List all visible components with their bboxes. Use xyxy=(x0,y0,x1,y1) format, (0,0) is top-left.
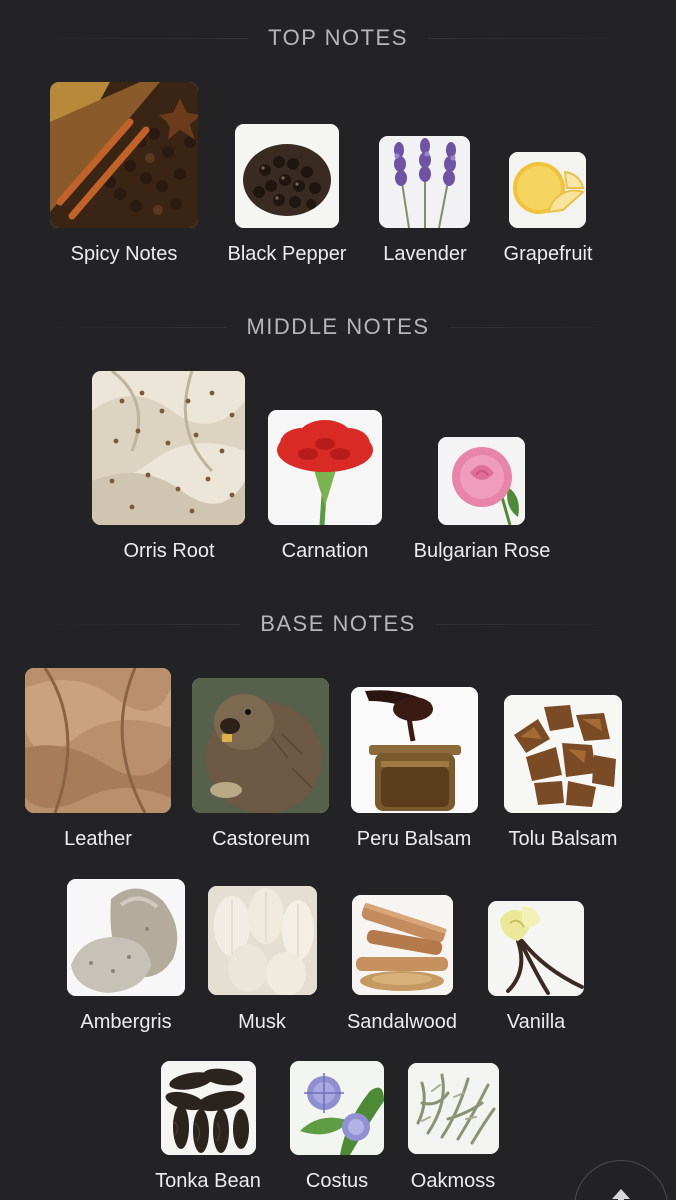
scroll-to-top-button[interactable] xyxy=(574,1160,668,1200)
note-label: Ambergris xyxy=(80,1011,172,1033)
note-black-pepper[interactable] xyxy=(235,124,339,228)
carnation-photo xyxy=(268,410,382,525)
note-label: Costus xyxy=(305,1170,369,1192)
note-label: Spicy Notes xyxy=(70,243,178,265)
note-tolu-balsam[interactable] xyxy=(504,695,622,813)
note-label: Grapefruit xyxy=(503,243,593,265)
note-grapefruit[interactable] xyxy=(509,152,586,228)
note-orris-root[interactable] xyxy=(92,371,245,525)
note-vanilla[interactable] xyxy=(488,901,584,996)
note-label: Sandalwood xyxy=(346,1011,458,1033)
leather-photo xyxy=(25,668,171,813)
note-tonka-bean[interactable] xyxy=(161,1061,256,1155)
note-castoreum[interactable] xyxy=(192,678,329,813)
tolu-balsam-photo xyxy=(504,695,622,813)
note-label: Musk xyxy=(238,1011,286,1033)
note-label: Tolu Balsam xyxy=(508,828,618,850)
tonka-bean-photo xyxy=(161,1061,256,1155)
note-label: Leather xyxy=(64,828,132,850)
note-peru-balsam[interactable] xyxy=(351,687,478,813)
bulgarian-rose-photo xyxy=(438,437,525,525)
vanilla-photo xyxy=(488,901,584,996)
orris-root-photo xyxy=(92,371,245,525)
note-ambergris[interactable] xyxy=(67,879,185,996)
castoreum-photo xyxy=(192,678,329,813)
note-costus[interactable] xyxy=(290,1061,384,1155)
top-notes-header: TOP NOTES xyxy=(0,18,676,58)
sandalwood-photo xyxy=(352,895,453,995)
middle-notes-header: MIDDLE NOTES xyxy=(0,307,676,347)
note-lavender[interactable] xyxy=(379,136,470,228)
note-label: Black Pepper xyxy=(227,243,347,265)
black-pepper-photo xyxy=(235,124,339,228)
base-notes-header: BASE NOTES xyxy=(0,604,676,644)
note-label: Orris Root xyxy=(123,540,215,562)
note-label: Peru Balsam xyxy=(356,828,472,850)
note-label: Carnation xyxy=(281,540,369,562)
section-title: TOP NOTES xyxy=(248,25,428,51)
grapefruit-photo xyxy=(509,152,586,228)
note-sandalwood[interactable] xyxy=(352,895,453,995)
peru-balsam-photo xyxy=(351,687,478,813)
note-spicy-notes[interactable] xyxy=(50,82,198,228)
note-oakmoss[interactable] xyxy=(408,1063,499,1154)
section-title: MIDDLE NOTES xyxy=(226,314,450,340)
arrow-up-icon xyxy=(612,1189,630,1200)
costus-photo xyxy=(290,1061,384,1155)
note-label: Bulgarian Rose xyxy=(413,540,551,562)
note-leather[interactable] xyxy=(25,668,171,813)
section-title: BASE NOTES xyxy=(240,611,436,637)
lavender-photo xyxy=(379,136,470,228)
note-label: Oakmoss xyxy=(410,1170,496,1192)
note-carnation[interactable] xyxy=(268,410,382,525)
ambergris-photo xyxy=(67,879,185,996)
note-bulgarian-rose[interactable] xyxy=(438,437,525,525)
note-label: Lavender xyxy=(383,243,467,265)
note-label: Castoreum xyxy=(212,828,310,850)
note-label: Tonka Bean xyxy=(155,1170,261,1192)
note-label: Vanilla xyxy=(506,1011,566,1033)
spicy-notes-photo xyxy=(50,82,198,228)
oakmoss-photo xyxy=(408,1063,499,1154)
musk-photo xyxy=(208,886,317,995)
note-musk[interactable] xyxy=(208,886,317,995)
fragrance-notes-page: TOP NOTES Spicy Notes Black Pepper Laven… xyxy=(0,0,676,1200)
